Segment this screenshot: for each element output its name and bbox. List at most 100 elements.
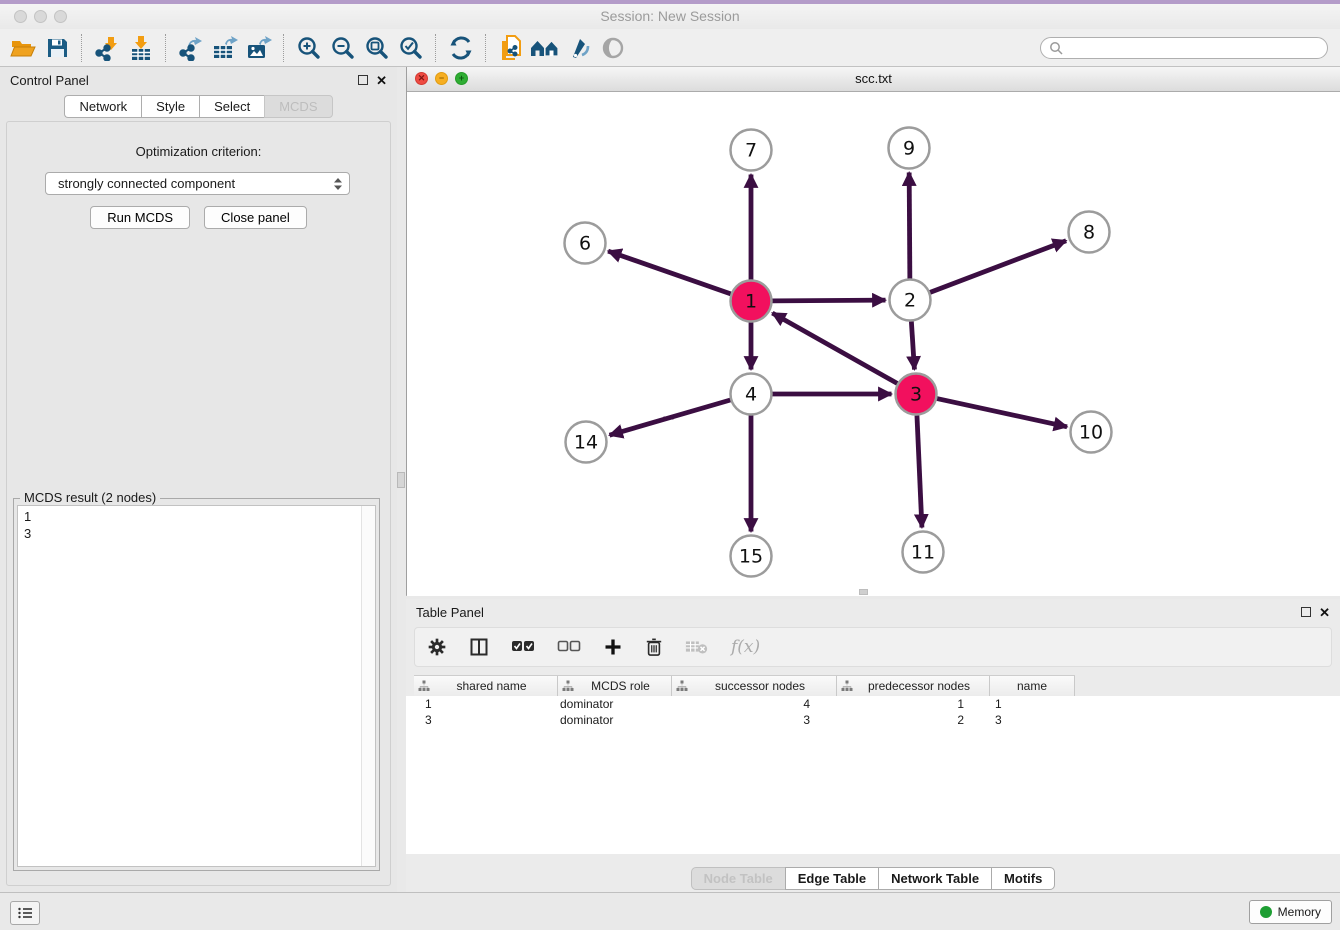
- cell-name[interactable]: 1: [982, 697, 1067, 711]
- cell-predecessor-nodes[interactable]: 1: [829, 697, 982, 711]
- graph-node-1[interactable]: 1: [731, 281, 772, 322]
- column-header-shared-name[interactable]: shared name: [414, 676, 558, 696]
- graph-edge-2-3[interactable]: [911, 321, 914, 369]
- export-table-button[interactable]: [208, 32, 242, 64]
- cell-name[interactable]: 3: [982, 713, 1067, 727]
- import-network-button[interactable]: [90, 32, 124, 64]
- graphics-details-button[interactable]: [562, 32, 596, 64]
- column-settings-button[interactable]: [427, 637, 447, 657]
- splitter-handle[interactable]: [397, 472, 405, 488]
- float-table-panel-icon[interactable]: [1301, 607, 1311, 617]
- hierarchy-icon: [562, 680, 574, 692]
- graph-node-10[interactable]: 10: [1071, 412, 1112, 453]
- graph-node-15[interactable]: 15: [731, 536, 772, 577]
- tab-network[interactable]: Network: [64, 95, 141, 118]
- cell-mcds-role[interactable]: dominator: [550, 713, 664, 727]
- search-input[interactable]: [1063, 40, 1319, 56]
- graph-node-6[interactable]: 6: [565, 223, 606, 264]
- graph-node-8[interactable]: 8: [1069, 212, 1110, 253]
- result-scrollbar[interactable]: [361, 506, 375, 866]
- graph-edge-2-9[interactable]: [909, 172, 910, 278]
- cell-successor-nodes[interactable]: 4: [664, 697, 829, 711]
- cell-mcds-role[interactable]: dominator: [550, 697, 664, 711]
- close-table-panel-icon[interactable]: ✕: [1319, 606, 1330, 619]
- cell-successor-nodes[interactable]: 3: [664, 713, 829, 727]
- network-graph[interactable]: 7 9 6 8 1 2 4 3 14 10 15 11: [407, 92, 1339, 596]
- criterion-dropdown[interactable]: strongly connected component: [45, 172, 350, 195]
- node-table: 1 dominator 4 1 1 3 dominator 3 2 3: [406, 696, 1340, 854]
- graph-node-9[interactable]: 9: [889, 128, 930, 169]
- search-icon: [1049, 41, 1063, 55]
- save-session-button[interactable]: [40, 32, 74, 64]
- tab-network-table[interactable]: Network Table: [878, 867, 991, 890]
- zoom-out-button[interactable]: [326, 32, 360, 64]
- column-header-predecessor-nodes[interactable]: predecessor nodes: [837, 676, 990, 696]
- delete-table-button[interactable]: [685, 638, 709, 656]
- zoom-fit-button[interactable]: [360, 32, 394, 64]
- close-panel-icon[interactable]: ✕: [376, 74, 387, 87]
- add-column-button[interactable]: [603, 637, 623, 657]
- column-layout-button[interactable]: [469, 637, 489, 657]
- canvas-scroll-handle[interactable]: [859, 589, 868, 595]
- graph-node-11[interactable]: 11: [903, 532, 944, 573]
- node-label: 2: [904, 290, 916, 312]
- network-window-titlebar[interactable]: ✕ − + scc.txt: [407, 67, 1340, 92]
- run-mcds-button[interactable]: Run MCDS: [90, 206, 190, 229]
- open-session-button[interactable]: [6, 32, 40, 64]
- columns-icon: [469, 637, 489, 657]
- graph-node-4[interactable]: 4: [731, 374, 772, 415]
- graph-node-2[interactable]: 2: [890, 280, 931, 321]
- table-row[interactable]: 3 dominator 3 2 3: [406, 712, 1340, 728]
- graph-edge-1-6[interactable]: [608, 251, 731, 294]
- graph-node-7[interactable]: 7: [731, 130, 772, 171]
- hide-details-button[interactable]: [596, 32, 630, 64]
- search-box[interactable]: [1040, 37, 1328, 59]
- cell-shared-name[interactable]: 3: [406, 713, 550, 727]
- vertical-splitter[interactable]: [397, 67, 406, 892]
- float-panel-icon[interactable]: [358, 75, 368, 85]
- graph-edge-3-1[interactable]: [772, 313, 897, 383]
- graph-edge-2-8[interactable]: [930, 241, 1066, 293]
- graph-node-3[interactable]: 3: [896, 374, 937, 415]
- tab-select[interactable]: Select: [199, 95, 264, 118]
- clone-network-button[interactable]: [494, 32, 528, 64]
- tab-mcds[interactable]: MCDS: [264, 95, 332, 118]
- first-neighbors-button[interactable]: [528, 32, 562, 64]
- result-line: 3: [24, 525, 369, 542]
- graph-node-14[interactable]: 14: [566, 422, 607, 463]
- zoom-selected-button[interactable]: [394, 32, 428, 64]
- select-all-button[interactable]: [511, 640, 535, 654]
- export-image-button[interactable]: [242, 32, 276, 64]
- trash-icon: [645, 637, 663, 657]
- graph-edge-3-10[interactable]: [937, 399, 1067, 427]
- zoom-in-button[interactable]: [292, 32, 326, 64]
- memory-button[interactable]: Memory: [1249, 900, 1332, 924]
- apply-layout-button[interactable]: [444, 32, 478, 64]
- close-panel-button[interactable]: Close panel: [204, 206, 307, 229]
- tab-node-table[interactable]: Node Table: [691, 867, 785, 890]
- list-icon: [17, 906, 33, 920]
- export-network-button[interactable]: [174, 32, 208, 64]
- mcds-result-text[interactable]: 1 3: [17, 505, 376, 867]
- hierarchy-icon: [841, 680, 853, 692]
- delete-column-button[interactable]: [645, 637, 663, 657]
- cell-shared-name[interactable]: 1: [406, 697, 550, 711]
- node-label: 1: [745, 291, 757, 313]
- network-canvas[interactable]: 7 9 6 8 1 2 4 3 14 10 15 11: [407, 92, 1340, 596]
- cell-predecessor-nodes[interactable]: 2: [829, 713, 982, 727]
- refresh-icon: [448, 35, 474, 61]
- function-builder-button[interactable]: f(x): [731, 637, 760, 657]
- graph-edge-3-11[interactable]: [917, 415, 922, 527]
- tab-style[interactable]: Style: [141, 95, 199, 118]
- column-header-mcds-role[interactable]: MCDS role: [558, 676, 672, 696]
- deselect-all-button[interactable]: [557, 640, 581, 654]
- tab-motifs[interactable]: Motifs: [991, 867, 1055, 890]
- table-header: shared name MCDS role successor nodes pr…: [414, 675, 1075, 697]
- task-history-button[interactable]: [10, 901, 40, 925]
- tab-edge-table[interactable]: Edge Table: [785, 867, 878, 890]
- table-row[interactable]: 1 dominator 4 1 1: [406, 696, 1340, 712]
- import-table-button[interactable]: [124, 32, 158, 64]
- column-header-name[interactable]: name: [990, 676, 1075, 696]
- table-toolbar: f(x): [414, 627, 1332, 667]
- column-header-successor-nodes[interactable]: successor nodes: [672, 676, 837, 696]
